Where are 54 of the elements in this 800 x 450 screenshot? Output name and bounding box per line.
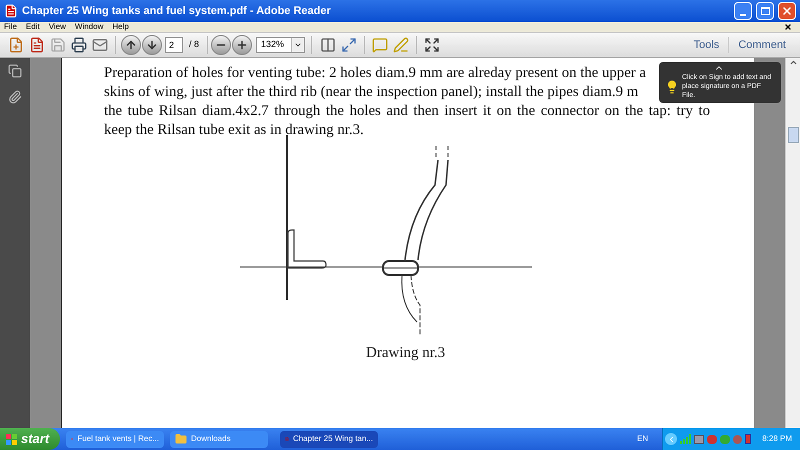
comment-glyph-icon (372, 37, 388, 53)
paragraph-line: the tube Rilsan diam.4x2.7 through the holes and then insert it on the connector on the tap: try to (104, 102, 710, 121)
scrollbar[interactable] (785, 58, 800, 428)
next-page-button[interactable] (142, 35, 162, 55)
page-number-field[interactable]: 2 (165, 37, 183, 53)
scroll-up-icon[interactable] (788, 58, 798, 67)
language-indicator[interactable]: EN (637, 433, 648, 445)
paragraph-line: Preparation of holes for venting tube: 2 holes diam.9 mm are alreday present on the upper a (104, 64, 646, 83)
menu-item[interactable]: View (48, 23, 66, 31)
previous-page-glyph-icon (125, 39, 137, 51)
menu-item[interactable]: Window (74, 23, 104, 31)
drawing-caption: Drawing nr.3 (366, 344, 446, 363)
expand-tray-button[interactable] (665, 433, 678, 445)
attachment-icon[interactable] (8, 90, 22, 104)
pen-glyph-icon (393, 37, 410, 53)
zoom-in-button[interactable] (232, 35, 252, 55)
document-glyph-icon (29, 37, 45, 53)
paragraph-line: skins of wing, just after the third rib (near the inspection panel); install the pipes diam.9 m (104, 83, 638, 102)
caret-icon (294, 41, 302, 49)
print-glyph-icon (71, 37, 87, 53)
create-pdf-glyph-icon (8, 37, 24, 53)
save-glyph-icon (50, 37, 66, 53)
taskbar-button[interactable]: Chapter 25 Wing tan... (280, 430, 378, 448)
next-page-glyph-icon (146, 39, 158, 51)
windows-logo-icon (6, 434, 17, 444)
lightbulb-icon (665, 80, 679, 94)
zoom-out-button[interactable] (211, 35, 232, 55)
network-icon[interactable] (694, 434, 704, 444)
page-layout-glyph-icon (320, 37, 336, 53)
scroll-thumb[interactable] (788, 127, 798, 143)
pages-icon[interactable] (8, 64, 22, 78)
window-title: Chapter 25 Wing tanks and fuel system.pdf - Adobe Reader (22, 4, 332, 19)
folder-icon (175, 433, 187, 445)
close-document-icon[interactable] (784, 23, 792, 31)
paragraph-line: keep the Rilsan tube exit as in drawing nr.3. (104, 121, 364, 140)
print-icon[interactable] (69, 35, 89, 55)
close-button[interactable] (778, 2, 796, 20)
zoom-dropdown[interactable]: 132% (256, 37, 306, 53)
zoom-in-glyph-icon (236, 39, 248, 51)
previous-page-button[interactable] (121, 35, 141, 55)
maximize-button[interactable] (756, 2, 774, 20)
full-screen-glyph-icon (424, 37, 440, 53)
minimize-button[interactable] (734, 2, 752, 20)
menu-item[interactable]: File (4, 23, 17, 31)
menu-item[interactable]: Help (112, 23, 129, 31)
email-glyph-icon (92, 37, 108, 53)
tools-button[interactable]: Tools (686, 36, 728, 54)
clock: 8:28 PM (762, 433, 792, 445)
comment-button[interactable]: Comment (730, 36, 794, 54)
menu-item[interactable]: Edit (26, 23, 40, 31)
close-icon (781, 5, 793, 17)
battery-icon[interactable] (745, 434, 752, 444)
page-count: / 8 (189, 38, 200, 52)
fit-page-glyph-icon (341, 37, 358, 53)
